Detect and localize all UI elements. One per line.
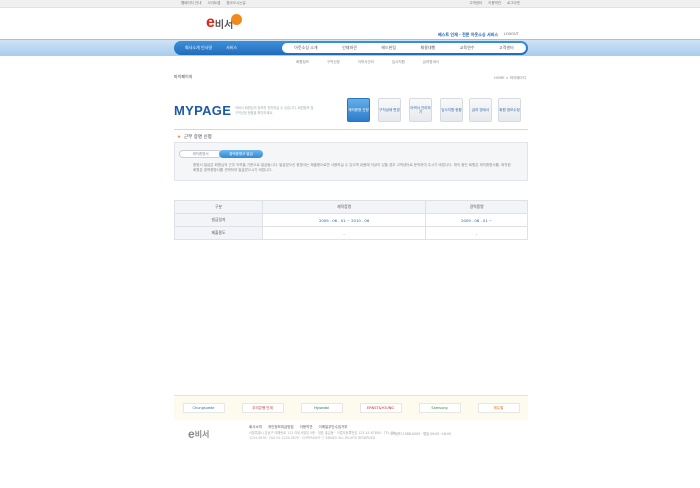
nav-item-service[interactable]: 서비스 — [226, 45, 237, 51]
footer-link[interactable]: 회사소개 — [249, 425, 262, 430]
logo-badge-icon — [231, 13, 243, 25]
partner-logo[interactable]: Samsung — [418, 403, 461, 413]
logout-button[interactable]: LOGOUT — [504, 32, 519, 36]
footer-link[interactable]: 이메일무단수집거부 — [319, 425, 348, 430]
nav-item[interactable]: 채용대행 — [421, 45, 436, 51]
site-logo[interactable]: e 비서 — [206, 13, 243, 32]
footer-company-info: 서울특별시 강남구 테헤란로 123 이비서빌딩 5층 · 대표 홍길동 · 사… — [249, 431, 396, 440]
nav-item[interactable]: 고객센터 — [499, 45, 514, 51]
top-link[interactable]: 고객센터 — [469, 1, 482, 6]
footer-links: 회사소개 개인정보취급방침 이용약관 이메일무단수집거부 — [249, 425, 348, 430]
partner-logo[interactable]: 에듀윌 — [477, 403, 520, 413]
top-link[interactable]: 찾아오시는길 — [226, 1, 245, 6]
notice-text: 증명서 발급은 회원님의 근무 이력을 기준으로 발급됩니다. 발급받으신 증명… — [193, 163, 511, 172]
partner-logo[interactable]: 우리은행 인재 — [241, 403, 284, 413]
logo-e: e — [206, 14, 215, 31]
tab-employment-cert[interactable]: 재직증명 신청 — [347, 98, 370, 122]
top-link[interactable]: 이용약관 — [488, 1, 501, 6]
page-description: 이비서 회원님의 정보를 관리하실 수 있습니다. 회원정보 및 구직신청 현황… — [235, 106, 314, 115]
nav-item-company[interactable]: 회사소개 인사말 — [185, 45, 212, 51]
table-header-row: 구분 재직증명 경력증명 — [174, 200, 528, 214]
career-cert-button[interactable]: 경력증명서 발급 — [219, 150, 263, 158]
nav-item[interactable]: 아웃소싱 소개 — [294, 45, 317, 51]
table-row: 제출용도 - - — [174, 226, 528, 240]
section-title: ★ 근무 증명 신청 — [177, 134, 212, 140]
row-label: 제출용도 — [174, 226, 263, 240]
partner-logo[interactable]: Hyundai — [300, 403, 343, 413]
tab-payslip[interactable]: 급여 명세서 — [469, 98, 492, 122]
nav-item[interactable]: 인재파견 — [342, 45, 357, 51]
table-header: 재직증명 — [261, 200, 427, 214]
divider — [174, 129, 528, 130]
footer-link[interactable]: 개인정보취급방침 — [268, 425, 294, 430]
star-icon: ★ — [177, 135, 182, 140]
table-header: 구분 — [174, 200, 263, 214]
top-link[interactable]: 웹페이지 안내 — [181, 1, 201, 6]
info-box — [174, 142, 528, 181]
nav-item[interactable]: 헤드헌팅 — [381, 45, 396, 51]
footer-contact: 고객센터 1588-0000 · 평일 09:00~18:00 — [390, 432, 452, 436]
table-header: 경력증명 — [425, 200, 528, 214]
top-link[interactable]: 로그아웃 — [507, 1, 520, 6]
page-breadcrumb-title: 마이페이지 — [174, 74, 193, 79]
row-label: 발급일자 — [174, 213, 263, 227]
table-row: 발급일자 2009 . 06 . 01 ~ 2010 . 06 2009 . 0… — [174, 213, 528, 227]
subnav-item[interactable]: 급여명세서 — [423, 60, 439, 65]
tab-member-info[interactable]: 회원 정보수정 — [498, 98, 521, 122]
tab-job-status[interactable]: 구직상태 변경 — [378, 98, 401, 122]
table-cell: - — [261, 226, 427, 240]
nav-item[interactable]: 교육연수 — [460, 45, 475, 51]
sub-nav: 회원정보 구직신청 이력서관리 입사지원 급여명세서 — [296, 60, 439, 65]
top-utility-right: 고객센터 이용약관 로그아웃 — [469, 1, 520, 6]
main-nav-secondary: 아웃소싱 소개 인재파견 헤드헌팅 채용대행 교육연수 고객센터 — [282, 43, 526, 53]
breadcrumb: HOME > 마이페이지 — [494, 76, 526, 80]
footer-link[interactable]: 이용약관 — [300, 425, 313, 430]
table-cell-link[interactable]: 2009 . 06 . 01 ~ — [425, 213, 528, 227]
top-utility-left: 웹페이지 안내 사이트맵 찾아오시는길 — [181, 1, 246, 6]
tab-applications[interactable]: 입사지원 현황 — [440, 98, 463, 122]
header-tagline: 베스트 인재 · 전문 아웃소싱 서비스 — [438, 32, 499, 37]
tab-resume[interactable]: 이력서 관리하기 — [409, 98, 432, 122]
footer-logo-e: e — [188, 427, 195, 441]
partner-logo[interactable]: ERNST&YOUNG — [359, 403, 402, 413]
subnav-item[interactable]: 입사지원 — [392, 60, 405, 65]
page-title: MYPAGE — [174, 103, 232, 118]
section-title-text: 근무 증명 신청 — [184, 135, 212, 140]
top-link[interactable]: 사이트맵 — [207, 1, 220, 6]
table-cell: - — [425, 226, 528, 240]
footer-logo: e 비서 — [188, 427, 209, 441]
partner-banner-strip: Chungsuede 우리은행 인재 Hyundai ERNST&YOUNG S… — [174, 395, 528, 420]
table-cell-link[interactable]: 2009 . 06 . 01 ~ 2010 . 06 — [261, 213, 427, 227]
subnav-item[interactable]: 구직신청 — [327, 60, 340, 65]
footer-logo-text: 비서 — [194, 429, 210, 439]
cert-table: 구분 재직증명 경력증명 발급일자 2009 . 06 . 01 ~ 2010 … — [174, 200, 528, 240]
partner-logo[interactable]: Chungsuede — [182, 403, 225, 413]
subnav-item[interactable]: 이력서관리 — [358, 60, 374, 65]
employment-cert-button[interactable]: 재직증명서 — [179, 150, 222, 158]
subnav-item[interactable]: 회원정보 — [296, 60, 309, 65]
top-utility-bar: 웹페이지 안내 사이트맵 찾아오시는길 고객센터 이용약관 로그아웃 — [0, 0, 700, 8]
